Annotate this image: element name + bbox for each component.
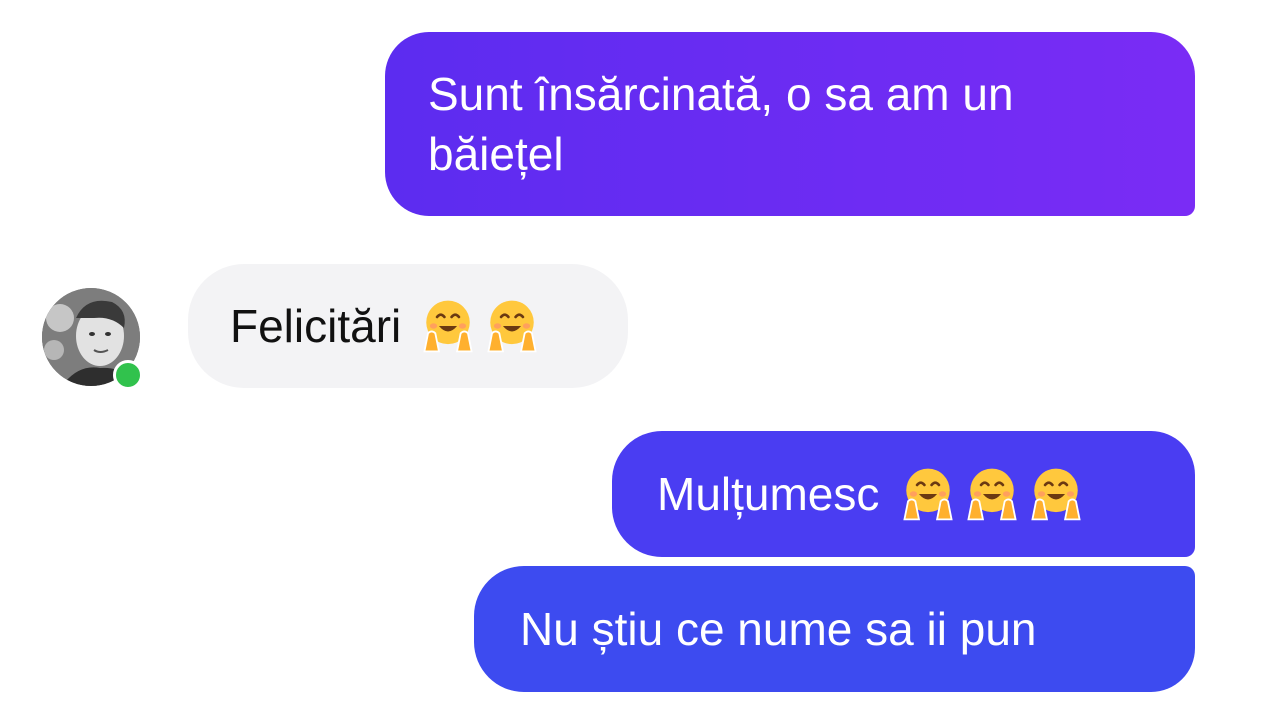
hugging-face-emoji-icon — [967, 468, 1018, 521]
chat-thread: Sunt însărcinată, o sa am un băiețel Fel… — [0, 0, 1280, 720]
message-text: Mulțumesc — [657, 468, 880, 520]
hugging-face-emoji-icon — [903, 468, 954, 521]
outgoing-message-bubble[interactable]: Nu știu ce nume sa ii pun — [474, 566, 1195, 692]
message-text: Sunt însărcinată, o sa am un băiețel — [428, 68, 1027, 180]
online-status-indicator — [113, 360, 143, 390]
message-text: Felicitări — [230, 300, 402, 352]
message-text: Nu știu ce nume sa ii pun — [520, 603, 1037, 655]
hugging-face-emoji-icon — [1031, 468, 1082, 521]
hugging-face-emoji-icon — [423, 300, 473, 353]
outgoing-message-bubble[interactable]: Mulțumesc — [612, 431, 1195, 557]
hugging-face-emoji-icon — [487, 300, 537, 353]
incoming-message-bubble[interactable]: Felicitări — [188, 264, 628, 388]
outgoing-message-bubble[interactable]: Sunt însărcinată, o sa am un băiețel — [385, 32, 1195, 216]
